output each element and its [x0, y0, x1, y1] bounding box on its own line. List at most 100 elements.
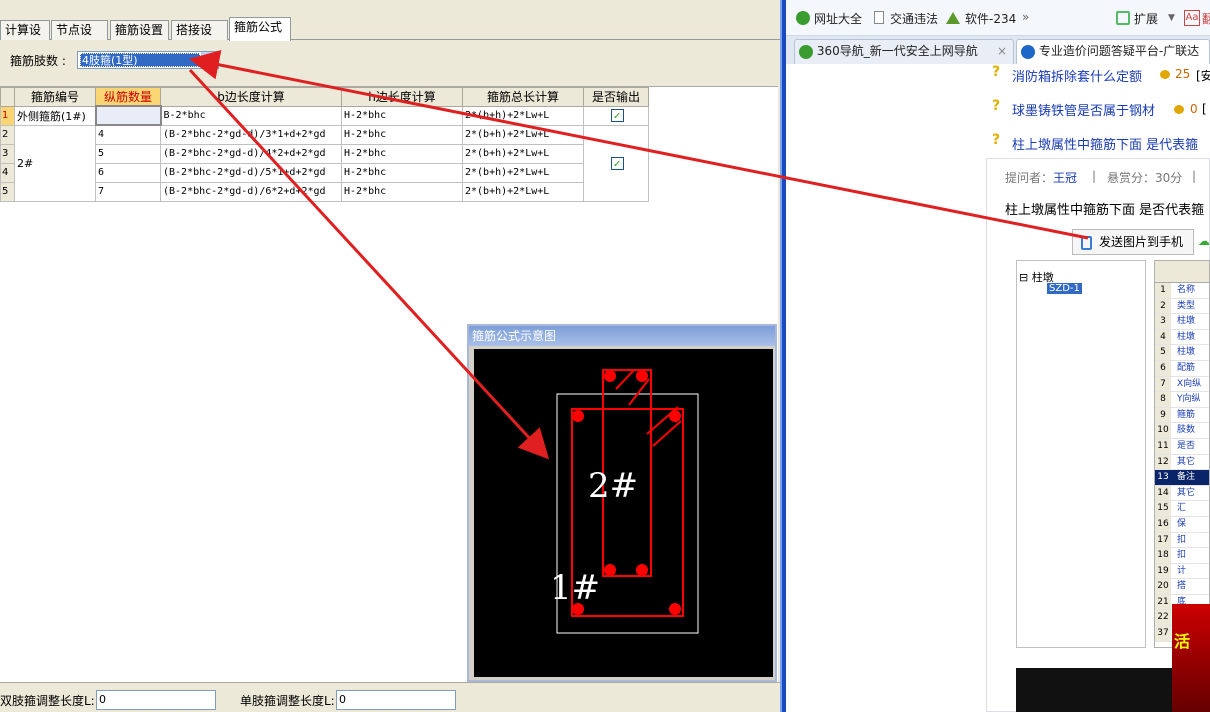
coin-icon	[1174, 105, 1184, 114]
property-row[interactable]: 17 扣	[1155, 532, 1209, 549]
table-row[interactable]: 2 2# 4 (B-2*bhc-2*gd-d)/3*1+d+2*gd H-2*b…	[0, 124, 649, 202]
rebar-count[interactable]	[94, 105, 162, 126]
diagram-title[interactable]: 箍筋公式示意图	[469, 326, 775, 346]
reward-value: 0	[1190, 102, 1198, 116]
table-row[interactable]: 1 外侧箍筋(1#) B-2*bhc H-2*bhc 2*(b+h)+2*Lw+…	[0, 105, 649, 126]
property-row[interactable]: 1 名称	[1155, 283, 1209, 299]
tab-lap-settings[interactable]: 搭接设置	[171, 20, 228, 54]
property-row-number: 10	[1155, 423, 1171, 438]
tab-stirrup-settings[interactable]: 箍筋设置	[110, 20, 169, 40]
rebar-count[interactable]: 4	[95, 124, 161, 145]
tree-node-selected[interactable]: SZD-1	[1047, 283, 1082, 294]
h-formula[interactable]: H-2*bhc	[341, 124, 463, 145]
col-header-h[interactable]: h边长度计算	[341, 87, 463, 107]
bookmark-item[interactable]: 软件-234	[965, 10, 1016, 27]
browser-tab-active[interactable]: 专业造价问题答疑平台-广联达	[1016, 39, 1210, 64]
property-row[interactable]: 18 扣	[1155, 548, 1209, 564]
property-row-number: 12	[1155, 454, 1171, 470]
row-number[interactable]: 2	[0, 124, 15, 145]
browser-tab[interactable]: 360导航_新一代安全上网导航 ×	[794, 39, 1014, 64]
property-row[interactable]: 6 配筋	[1155, 360, 1209, 377]
chevron-down-icon[interactable]: ▼	[201, 52, 218, 68]
col-header-b[interactable]: b边长度计算	[160, 87, 342, 107]
stirrup-id[interactable]: 2#	[14, 124, 96, 202]
property-row[interactable]: 19 计	[1155, 563, 1209, 580]
b-formula[interactable]: (B-2*bhc-2*gd-d)/6*2+d+2*gd	[160, 181, 342, 202]
total-formula[interactable]: 2*(b+h)+2*Lw+L	[462, 124, 584, 145]
property-list: 1 名称 2 类型 3 柱墩 4 柱墩 5 柱墩 6 配筋 7 X向纵 8 Y向纵 9 箍筋 10 肢数 11 是否 12 其…	[1155, 261, 1209, 642]
total-formula[interactable]: 2*(b+h)+2*Lw+L	[462, 181, 584, 202]
property-row[interactable]: 4 柱墩	[1155, 329, 1209, 346]
property-row[interactable]: 3 柱墩	[1155, 314, 1209, 330]
total-formula[interactable]: 2*(b+h)+2*Lw+L	[462, 143, 584, 164]
col-header-id[interactable]: 箍筋编号	[14, 87, 96, 107]
double-limb-input[interactable]: 0	[96, 690, 216, 710]
output-cell[interactable]: ✓	[583, 105, 649, 126]
property-row[interactable]: 14 其它	[1155, 485, 1209, 502]
h-formula[interactable]: H-2*bhc	[341, 181, 463, 202]
asker-name[interactable]: 王冠	[1053, 169, 1077, 186]
bookmark-item[interactable]: 交通违法	[890, 10, 938, 27]
h-formula[interactable]: H-2*bhc	[341, 143, 463, 164]
output-checkbox[interactable]: ✓	[610, 109, 624, 122]
share-icon[interactable]: ☁	[1198, 234, 1210, 248]
property-row[interactable]: 16 保	[1155, 516, 1209, 533]
table-row[interactable]: 5 7 (B-2*bhc-2*gd-d)/6*2+d+2*gd H-2*bhc …	[0, 181, 649, 202]
property-row[interactable]: 7 X向纵	[1155, 376, 1209, 393]
bookmark-item[interactable]: 扩展	[1134, 10, 1158, 27]
property-row[interactable]: 20 搭	[1155, 579, 1209, 595]
property-row[interactable]: 2 类型	[1155, 298, 1209, 315]
question-link[interactable]: 球墨铸铁管是否属于钢材	[1012, 100, 1155, 119]
rebar-count[interactable]: 7	[95, 181, 161, 202]
col-header-count[interactable]: 纵筋数量	[95, 87, 161, 107]
output-checkbox[interactable]: ✓	[610, 156, 624, 170]
property-row[interactable]: 10 肢数	[1155, 423, 1209, 439]
promo-banner[interactable]: 活	[1172, 604, 1210, 712]
total-formula[interactable]: 2*(b+h)+2*Lw+L	[462, 162, 584, 183]
bookmark-item[interactable]: 网址大全	[814, 10, 862, 27]
hook-line	[615, 369, 635, 390]
row-number[interactable]: 5	[0, 181, 15, 202]
table-row[interactable]: 3 5 (B-2*bhc-2*gd-d)/4*2+d+2*gd H-2*bhc …	[0, 143, 649, 164]
output-cell[interactable]: ✓	[583, 124, 649, 202]
property-row[interactable]: 15 汇	[1155, 501, 1209, 517]
tab-stirrup-formula[interactable]: 箍筋公式	[229, 17, 291, 41]
property-row[interactable]: 13 备注	[1155, 470, 1209, 486]
question-link[interactable]: 柱上墩属性中箍筋下面 是代表箍	[1012, 134, 1210, 153]
tab-node-settings[interactable]: 节点设置	[51, 20, 108, 54]
row-number[interactable]: 3	[0, 143, 15, 164]
send-to-phone-button[interactable]: 发送图片到手机	[1072, 229, 1194, 255]
property-row[interactable]: 9 箍筋	[1155, 407, 1209, 424]
formula-diagram-window[interactable]: 箍筋公式示意图 2# 1#	[467, 324, 777, 682]
more-icon[interactable]: »	[1022, 10, 1029, 24]
row-number[interactable]: 4	[0, 162, 15, 183]
total-formula[interactable]: 2*(b+h)+2*Lw+L	[462, 105, 584, 126]
property-name: 类型	[1177, 300, 1196, 311]
rebar-count[interactable]: 6	[95, 162, 161, 183]
label-1: 1#	[550, 568, 600, 608]
stirrup-id[interactable]: 外侧箍筋(1#)	[14, 105, 96, 126]
h-formula[interactable]: H-2*bhc	[341, 105, 463, 126]
b-formula[interactable]: (B-2*bhc-2*gd-d)/4*2+d+2*gd	[160, 143, 342, 164]
row-number[interactable]: 1	[0, 105, 15, 126]
rebar-count[interactable]: 5	[95, 143, 161, 164]
translate-icon[interactable]: Aa	[1184, 10, 1200, 26]
bookmark-item[interactable]: 翻	[1202, 10, 1210, 27]
limb-count-select[interactable]: 4肢箍(1型) ▼	[77, 51, 219, 69]
b-formula[interactable]: (B-2*bhc-2*gd-d)/5*1+d+2*gd	[160, 162, 342, 183]
property-row[interactable]: 12 其它	[1155, 454, 1209, 471]
b-formula[interactable]: B-2*bhc	[160, 105, 342, 126]
property-row[interactable]: 11 是否	[1155, 438, 1209, 455]
question-link[interactable]: 消防箱拆除套什么定额	[1012, 66, 1142, 85]
close-icon[interactable]: ×	[997, 40, 1007, 62]
chevron-down-icon[interactable]: ▼	[1168, 13, 1175, 23]
property-row[interactable]: 5 柱墩	[1155, 345, 1209, 361]
single-limb-input[interactable]: 0	[336, 690, 456, 710]
table-row[interactable]: 4 6 (B-2*bhc-2*gd-d)/5*1+d+2*gd H-2*bhc …	[0, 162, 649, 183]
h-formula[interactable]: H-2*bhc	[341, 162, 463, 183]
property-row[interactable]: 8 Y向纵	[1155, 392, 1209, 408]
col-header-output[interactable]: 是否输出	[583, 87, 649, 107]
col-header-total[interactable]: 箍筋总长计算	[462, 87, 584, 107]
b-formula[interactable]: (B-2*bhc-2*gd-d)/3*1+d+2*gd	[160, 124, 342, 145]
tab-calc-settings[interactable]: 计算设置	[0, 20, 50, 54]
